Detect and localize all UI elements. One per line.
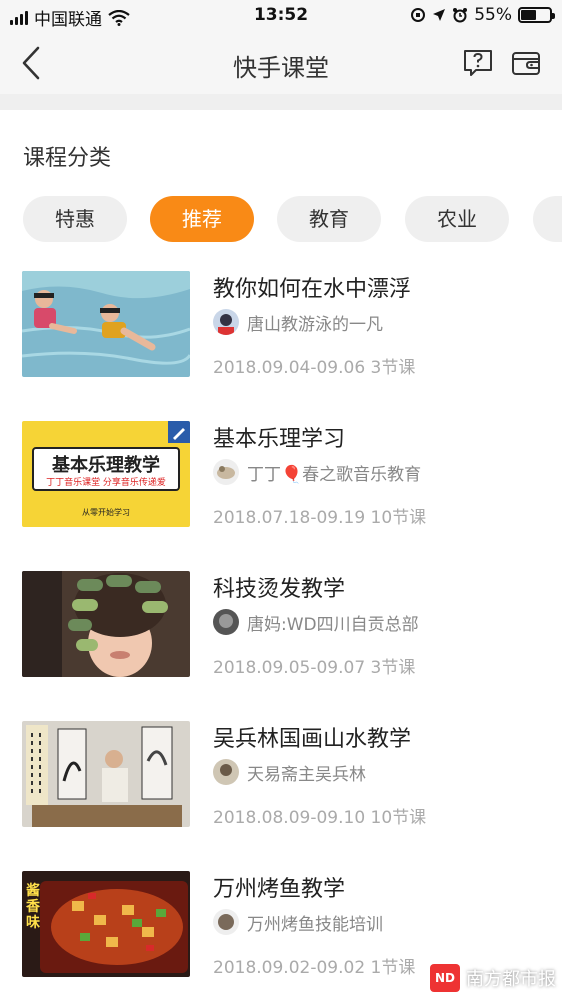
course-teacher: 唐山教游泳的一凡 xyxy=(213,309,383,335)
category-chip[interactable] xyxy=(533,196,562,242)
category-chip-active[interactable]: 推荐 xyxy=(150,196,254,242)
battery-icon xyxy=(518,7,555,23)
nav-bar: 快手课堂 xyxy=(0,32,562,94)
course-meta: 2018.09.02-09.02 1节课 xyxy=(213,958,416,978)
teacher-name: 丁丁🎈春之歌音乐教育 xyxy=(247,464,422,485)
course-item[interactable]: 基本乐理教学 丁丁音乐课堂 分享音乐传递爱 从零开始学习 基本乐理学习 丁丁🎈春… xyxy=(0,421,562,528)
course-thumbnail xyxy=(22,271,190,377)
question-icon xyxy=(464,50,492,76)
teacher-name: 唐妈:WD四川自贡总部 xyxy=(247,614,419,635)
course-item[interactable]: 吴兵林国画山水教学 天易斋主吴兵林 2018.08.09-09.10 10节课 xyxy=(0,721,562,828)
course-thumbnail: 酱香味 xyxy=(22,871,190,977)
teacher-avatar xyxy=(213,309,239,335)
thumbnail-subtitle: 丁丁音乐课堂 分享音乐传递爱 xyxy=(46,478,166,488)
rotation-lock-icon xyxy=(411,8,426,22)
course-item[interactable]: 教你如何在水中漂浮 唐山教游泳的一凡 2018.09.04-09.06 3节课 xyxy=(0,271,562,378)
status-bar: 中国联通 13:52 55% xyxy=(0,0,562,32)
thumbnail-heading: 基本乐理教学 xyxy=(52,455,160,476)
course-meta: 2018.08.09-09.10 10节课 xyxy=(213,808,427,828)
category-chip[interactable]: 教育 xyxy=(277,196,381,242)
course-thumbnail xyxy=(22,571,190,677)
watermark-text: 南方都市报 xyxy=(466,969,556,990)
course-meta: 2018.09.05-09.07 3节课 xyxy=(213,658,416,678)
course-title: 万州烤鱼教学 xyxy=(213,877,346,902)
divider xyxy=(0,94,562,110)
thumbnail-badge: 酱香味 xyxy=(26,883,40,931)
section-title: 课程分类 xyxy=(23,146,112,171)
course-teacher: 天易斋主吴兵林 xyxy=(213,759,366,785)
help-button[interactable] xyxy=(462,48,494,78)
category-chip[interactable]: 特惠 xyxy=(23,196,127,242)
course-item[interactable]: 科技烫发教学 唐妈:WD四川自贡总部 2018.09.05-09.07 3节课 xyxy=(0,571,562,678)
teacher-name: 天易斋主吴兵林 xyxy=(247,764,366,785)
location-icon xyxy=(433,9,446,21)
course-title: 基本乐理学习 xyxy=(213,427,346,452)
course-meta: 2018.09.04-09.06 3节课 xyxy=(213,358,416,378)
course-title: 吴兵林国画山水教学 xyxy=(213,727,412,752)
course-teacher: 万州烤鱼技能培训 xyxy=(213,909,383,935)
course-meta: 2018.07.18-09.19 10节课 xyxy=(213,508,427,528)
watermark-logo: ND xyxy=(430,964,460,992)
course-teacher: 丁丁🎈春之歌音乐教育 xyxy=(213,459,421,485)
course-thumbnail xyxy=(22,721,190,827)
category-chips: 特惠 推荐 教育 农业 xyxy=(23,196,562,242)
course-title: 教你如何在水中漂浮 xyxy=(213,277,412,302)
course-thumbnail: 基本乐理教学 丁丁音乐课堂 分享音乐传递爱 从零开始学习 xyxy=(22,421,190,527)
course-item[interactable]: 酱香味 万州烤鱼教学 万州烤鱼技能培训 2018.09.02-09.02 1节课 xyxy=(0,871,562,978)
teacher-name: 唐山教游泳的一凡 xyxy=(247,314,383,335)
category-chip[interactable]: 农业 xyxy=(405,196,509,242)
teacher-avatar xyxy=(213,909,239,935)
course-title: 科技烫发教学 xyxy=(213,577,346,602)
battery-percent: 55% xyxy=(474,5,512,25)
course-teacher: 唐妈:WD四川自贡总部 xyxy=(213,609,419,635)
alarm-icon xyxy=(453,8,468,23)
wallet-button[interactable] xyxy=(510,48,542,78)
teacher-avatar xyxy=(213,459,239,485)
wallet-icon xyxy=(512,52,540,75)
teacher-name: 万州烤鱼技能培训 xyxy=(247,914,383,935)
thumbnail-footer: 从零开始学习 xyxy=(82,508,130,517)
pencil-icon xyxy=(168,421,190,443)
teacher-avatar xyxy=(213,609,239,635)
watermark: ND 南方都市报 xyxy=(430,964,556,992)
teacher-avatar xyxy=(213,759,239,785)
